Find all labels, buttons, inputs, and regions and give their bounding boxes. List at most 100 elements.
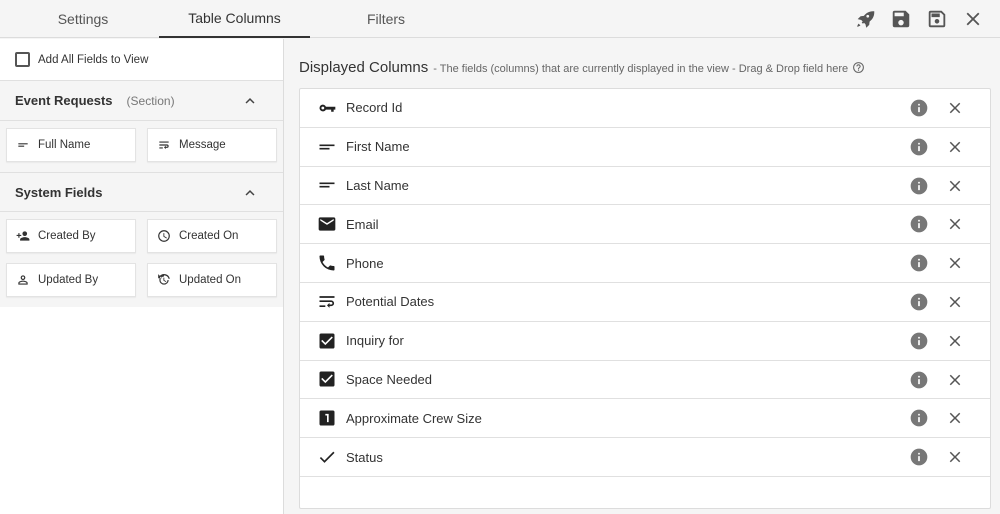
info-button[interactable] — [909, 408, 929, 428]
save-icon — [892, 10, 910, 28]
person-icon — [18, 275, 28, 285]
key-icon — [317, 98, 337, 118]
field-full-name[interactable]: Full Name — [6, 128, 136, 162]
displayed-columns-list[interactable]: Record Id First Name Last Name Email Pho… — [299, 88, 991, 509]
info-icon — [910, 216, 928, 233]
info-button[interactable] — [909, 292, 929, 312]
clock-icon — [158, 230, 170, 242]
info-button[interactable] — [909, 214, 929, 234]
save-as-button[interactable] — [924, 6, 950, 32]
field-created-by[interactable]: Created By — [6, 219, 136, 253]
info-button[interactable] — [909, 370, 929, 390]
field-updated-by[interactable]: Updated By — [6, 263, 136, 297]
check-icon — [317, 447, 337, 467]
collapse-button[interactable] — [241, 92, 259, 110]
close-button[interactable] — [960, 6, 986, 32]
info-icon — [910, 332, 928, 350]
close-icon — [949, 374, 961, 385]
info-icon — [910, 177, 928, 194]
column-row-last-name[interactable]: Last Name — [300, 167, 990, 206]
info-icon — [910, 371, 928, 388]
top-bar: Settings Table Columns Filters — [0, 0, 1000, 38]
column-label: Potential Dates — [346, 294, 435, 310]
column-row-phone[interactable]: Phone — [300, 244, 990, 283]
info-icon — [910, 99, 928, 117]
tab-table-columns[interactable]: Table Columns — [159, 0, 310, 38]
remove-column-button[interactable] — [946, 215, 964, 233]
remove-column-button[interactable] — [946, 293, 964, 311]
panel-description: - The fields (columns) that are currentl… — [433, 63, 849, 75]
field-label: Created By — [38, 230, 96, 242]
checkbox-icon — [317, 331, 337, 351]
info-button[interactable] — [909, 137, 929, 157]
column-label: Last Name — [346, 177, 409, 193]
column-row-potential-dates[interactable]: Potential Dates — [300, 283, 990, 322]
email-icon — [317, 214, 337, 234]
info-button[interactable] — [909, 253, 929, 273]
column-row-email[interactable]: Email — [300, 205, 990, 245]
remove-column-button[interactable] — [946, 254, 964, 272]
close-icon — [949, 257, 961, 269]
tab-settings[interactable]: Settings — [8, 0, 158, 38]
panel-title: Displayed Columns — [299, 59, 429, 76]
column-label: Space Needed — [346, 371, 433, 387]
info-button[interactable] — [909, 331, 929, 351]
column-label: Email — [346, 216, 379, 232]
info-button[interactable] — [909, 176, 929, 196]
add-all-checkbox[interactable] — [15, 52, 30, 67]
short-text-icon — [317, 175, 337, 195]
field-updated-on[interactable]: Updated On — [147, 263, 277, 297]
long-text-icon — [159, 141, 169, 150]
column-label: Record Id — [346, 100, 403, 116]
section-header[interactable]: Event Requests (Section) — [0, 81, 283, 121]
save-as-icon — [928, 10, 946, 28]
info-button[interactable] — [909, 98, 929, 118]
remove-column-button[interactable] — [946, 138, 964, 156]
rocket-icon — [857, 11, 875, 28]
section-subtitle: (Section) — [126, 93, 175, 108]
collapse-button[interactable] — [241, 184, 259, 202]
refresh-clock-icon — [158, 274, 170, 285]
remove-column-button[interactable] — [946, 99, 964, 117]
column-row-status[interactable]: Status — [300, 438, 990, 477]
section-header[interactable]: System Fields — [0, 172, 283, 212]
section-event-requests: Event Requests (Section) Full Name Messa… — [0, 81, 283, 172]
field-message[interactable]: Message — [147, 128, 277, 162]
remove-column-button[interactable] — [946, 177, 964, 195]
help-button[interactable] — [852, 61, 865, 74]
add-all-fields-toggle[interactable]: Add All Fields to View — [0, 39, 283, 81]
remove-column-button[interactable] — [946, 332, 964, 350]
person-add-icon — [16, 231, 30, 241]
column-row-inquiry-for[interactable]: Inquiry for — [300, 322, 990, 361]
field-created-on[interactable]: Created On — [147, 219, 277, 253]
info-icon — [910, 293, 928, 311]
remove-column-button[interactable] — [946, 448, 964, 466]
checkbox-icon — [317, 369, 337, 389]
long-text-icon — [317, 292, 337, 312]
close-icon — [949, 102, 961, 114]
top-actions — [852, 6, 986, 32]
column-label: Status — [346, 449, 383, 465]
save-button[interactable] — [888, 6, 914, 32]
column-row-first-name[interactable]: First Name — [300, 128, 990, 167]
remove-column-button[interactable] — [946, 409, 964, 427]
close-icon — [949, 413, 961, 424]
info-button[interactable] — [909, 447, 929, 467]
chevron-up-icon — [245, 98, 255, 104]
field-label: Updated By — [38, 274, 99, 286]
remove-column-button[interactable] — [946, 371, 964, 389]
column-row-approximate-crew-size[interactable]: Approximate Crew Size — [300, 399, 990, 439]
short-text-icon — [18, 143, 28, 147]
close-icon — [949, 141, 961, 153]
phone-icon — [317, 253, 337, 273]
field-label: Updated On — [179, 274, 242, 286]
column-row-space-needed[interactable]: Space Needed — [300, 361, 990, 400]
chevron-up-icon — [245, 190, 255, 196]
column-row-record-id[interactable]: Record Id — [300, 89, 990, 128]
short-text-icon — [317, 137, 337, 157]
rocket-button[interactable] — [852, 6, 878, 32]
column-label: Inquiry for — [346, 333, 404, 349]
close-icon — [966, 12, 980, 26]
tab-filters[interactable]: Filters — [311, 0, 461, 38]
section-system-fields: System Fields Created By Created On Upda… — [0, 172, 283, 307]
